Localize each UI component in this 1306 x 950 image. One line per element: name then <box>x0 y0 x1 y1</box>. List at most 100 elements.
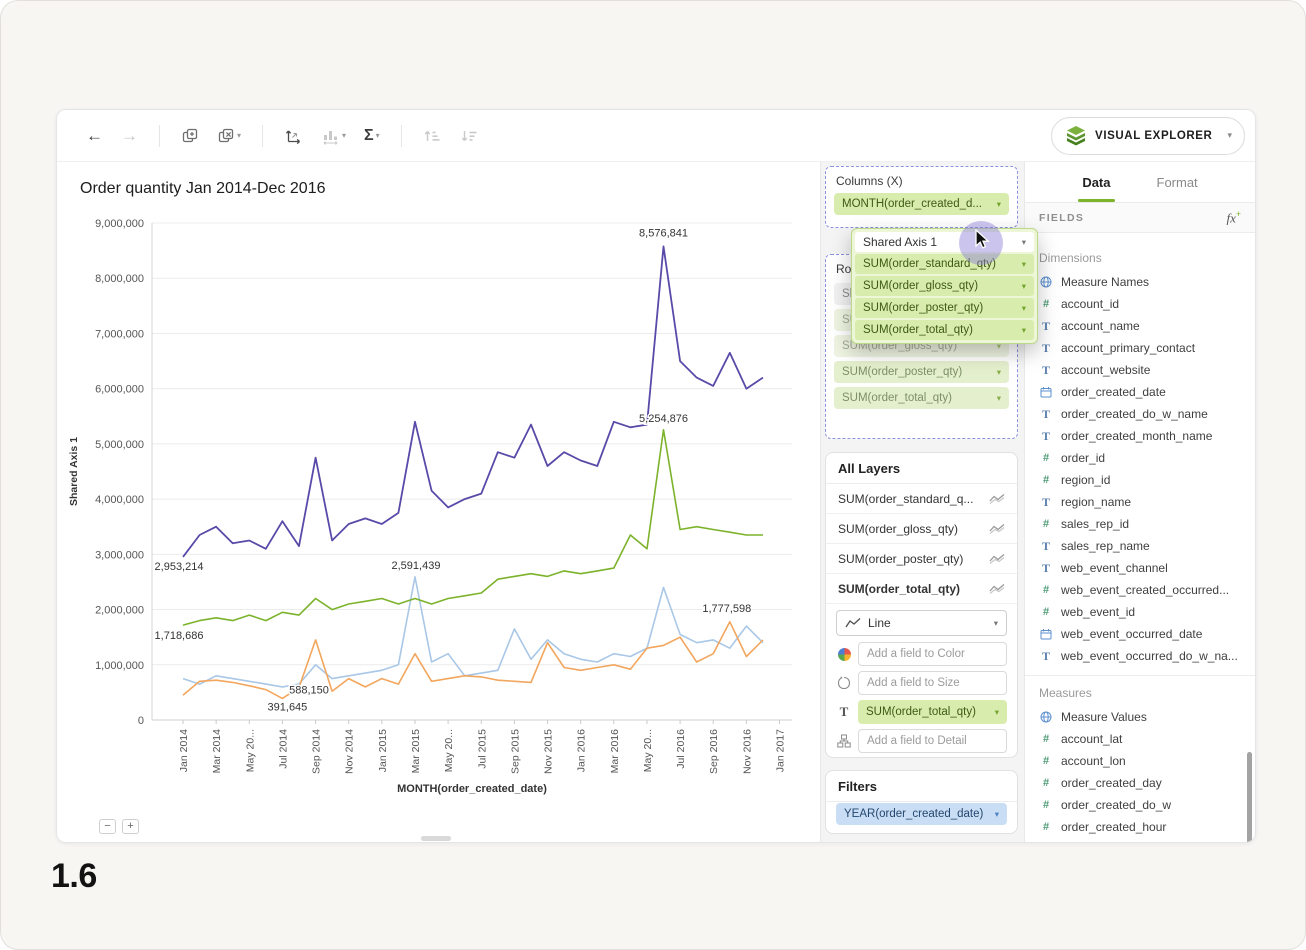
field-item[interactable]: Torder_created_month_name <box>1025 425 1255 447</box>
horizontal-scrollbar[interactable] <box>421 836 451 841</box>
toolbar: ← → ▾ <box>57 110 1255 162</box>
field-name: order_created_do_w <box>1061 798 1171 812</box>
tab-format[interactable]: Format <box>1141 162 1214 202</box>
field-item[interactable]: #account_id <box>1025 293 1255 315</box>
series-SUM(order_poster_qty)[interactable] <box>183 622 763 699</box>
field-item[interactable]: #web_event_created_occurred... <box>1025 579 1255 601</box>
number-type-icon: # <box>1043 755 1049 767</box>
field-name: order_id <box>1061 451 1105 465</box>
chevron-down-icon: ▾ <box>1018 325 1026 336</box>
field-item[interactable]: Taccount_website <box>1025 359 1255 381</box>
field-name: sales_rep_id <box>1061 517 1129 531</box>
sort-descending-button[interactable] <box>460 128 479 144</box>
number-type-icon: # <box>1043 518 1049 530</box>
rows-pill[interactable]: SUM(order_total_qty)▾ <box>834 387 1009 409</box>
field-name: web_event_channel <box>1061 561 1168 575</box>
chevron-down-icon: ▾ <box>1223 130 1232 141</box>
axis-dropdown-item[interactable]: SUM(order_poster_qty) ▾ <box>855 298 1034 318</box>
series-SUM(order_gloss_qty)[interactable] <box>183 577 763 687</box>
axis-dropdown-item[interactable]: SUM(order_total_qty)▾ <box>855 320 1034 340</box>
field-item[interactable]: Measure Values <box>1025 706 1255 728</box>
color-field-icon <box>836 648 852 661</box>
field-item[interactable]: Tsales_rep_name <box>1025 535 1255 557</box>
field-name: order_created_do_w_name <box>1061 407 1208 421</box>
chart-type-button[interactable]: ▾ <box>321 127 346 145</box>
chart-area: Order quantity Jan 2014-Dec 2016 01,000,… <box>57 162 820 842</box>
layer-row[interactable]: SUM(order_poster_qty) <box>826 544 1017 574</box>
layer-row[interactable]: SUM(order_total_qty) <box>826 574 1017 604</box>
order-quantity-chart[interactable]: 01,000,0002,000,0003,000,0004,000,0005,0… <box>57 210 820 810</box>
color-field-slot[interactable]: Add a field to Color <box>858 642 1007 666</box>
field-item[interactable]: Taccount_name <box>1025 315 1255 337</box>
field-item[interactable]: Taccount_primary_contact <box>1025 337 1255 359</box>
field-item[interactable]: Measure Names <box>1025 271 1255 293</box>
size-field-slot[interactable]: Add a field to Size <box>858 671 1007 695</box>
detail-field-row: Add a field to Detail <box>836 729 1007 753</box>
filters-title: Filters <box>826 771 1017 802</box>
tab-data[interactable]: Data <box>1066 162 1126 202</box>
chevron-down-icon: ▾ <box>342 131 346 140</box>
shared-axis-header[interactable]: Shared Axis 1 ▾ <box>855 232 1034 252</box>
date-type-icon <box>1040 628 1052 640</box>
columns-pill[interactable]: MONTH(order_created_d... ▾ <box>834 193 1009 215</box>
data-label: 8,576,841 <box>639 227 688 239</box>
swap-axes-icon <box>284 127 303 145</box>
forward-button[interactable]: → <box>121 126 138 146</box>
x-tick-label: Jan 2014 <box>178 729 190 772</box>
x-tick-label: Jul 2014 <box>277 729 289 769</box>
aggregate-button[interactable]: Σ ▾ <box>364 127 380 145</box>
field-item[interactable]: Torder_created_do_w_name <box>1025 403 1255 425</box>
layer-row[interactable]: SUM(order_standard_q... <box>826 484 1017 514</box>
add-calculated-field-icon[interactable]: fx+ <box>1226 209 1241 226</box>
data-label: 5,254,876 <box>639 413 688 425</box>
field-item[interactable]: #account_lat <box>1025 728 1255 750</box>
field-item[interactable]: #region_id <box>1025 469 1255 491</box>
field-item[interactable]: #order_id <box>1025 447 1255 469</box>
vertical-scrollbar[interactable] <box>1247 752 1252 843</box>
chevron-down-icon: ▾ <box>990 618 998 629</box>
axis-dropdown-item[interactable]: SUM(order_gloss_qty)▾ <box>855 276 1034 296</box>
detail-field-slot[interactable]: Add a field to Detail <box>858 729 1007 753</box>
visual-explorer-button[interactable]: VISUAL EXPLORER ▾ <box>1051 117 1245 155</box>
field-item[interactable]: # sales_rep_id <box>1025 513 1255 535</box>
field-item[interactable]: Tweb_event_occurred_do_w_na... <box>1025 645 1255 667</box>
x-tick-label: Jan 2017 <box>775 729 787 772</box>
fields-header: FIELDS fx+ <box>1025 203 1255 233</box>
label-field-pill[interactable]: SUM(order_total_qty) ▾ <box>858 700 1007 724</box>
field-item[interactable]: Tweb_event_channel <box>1025 557 1255 579</box>
field-name: Measure Names <box>1061 275 1149 289</box>
sigma-icon: Σ <box>364 127 374 145</box>
text-type-icon: T <box>1042 495 1050 510</box>
series-SUM(order_total_qty)[interactable] <box>183 246 763 557</box>
field-item[interactable]: Tregion_name <box>1025 491 1255 513</box>
field-item[interactable]: #order_created_hour <box>1025 816 1255 838</box>
axis-dropdown-item-label: SUM(order_poster_qty) <box>863 302 983 314</box>
field-item[interactable]: #account_lon <box>1025 750 1255 772</box>
sort-ascending-button[interactable] <box>423 128 442 144</box>
field-item[interactable]: order_created_date <box>1025 381 1255 403</box>
chevron-down-icon: ▾ <box>1018 303 1026 314</box>
swap-axes-button[interactable] <box>284 127 303 145</box>
x-tick-label: Nov 2014 <box>344 729 356 774</box>
filter-pill[interactable]: YEAR(order_created_date) ▾ <box>836 803 1007 825</box>
text-type-icon: T <box>1042 561 1050 576</box>
back-button[interactable]: ← <box>86 126 103 146</box>
series-SUM(order_standard_qty)[interactable] <box>183 430 763 625</box>
y-axis-title: Shared Axis 1 <box>68 437 80 506</box>
field-item[interactable]: #order_created_do_w <box>1025 794 1255 816</box>
rows-pill[interactable]: SUM(order_poster_qty)▾ <box>834 361 1009 383</box>
zoom-out-button[interactable]: − <box>99 819 116 834</box>
remove-visual-button[interactable]: ▾ <box>217 127 241 145</box>
field-item[interactable]: web_event_occurred_date <box>1025 623 1255 645</box>
field-name: account_primary_contact <box>1061 341 1195 355</box>
rows-pill-label: SUM(order_poster_qty) <box>842 366 962 378</box>
axis-dropdown-item[interactable]: SUM(order_standard_qty)▾ <box>855 254 1034 274</box>
color-field-row: Add a field to Color <box>836 642 1007 666</box>
field-item[interactable]: #web_event_id <box>1025 601 1255 623</box>
zoom-in-button[interactable]: + <box>122 819 139 834</box>
field-item[interactable]: #order_created_day <box>1025 772 1255 794</box>
data-label: 391,645 <box>268 701 308 713</box>
layer-row[interactable]: SUM(order_gloss_qty) <box>826 514 1017 544</box>
chart-type-select[interactable]: Line ▾ <box>836 610 1007 636</box>
duplicate-visual-button[interactable] <box>181 127 199 145</box>
